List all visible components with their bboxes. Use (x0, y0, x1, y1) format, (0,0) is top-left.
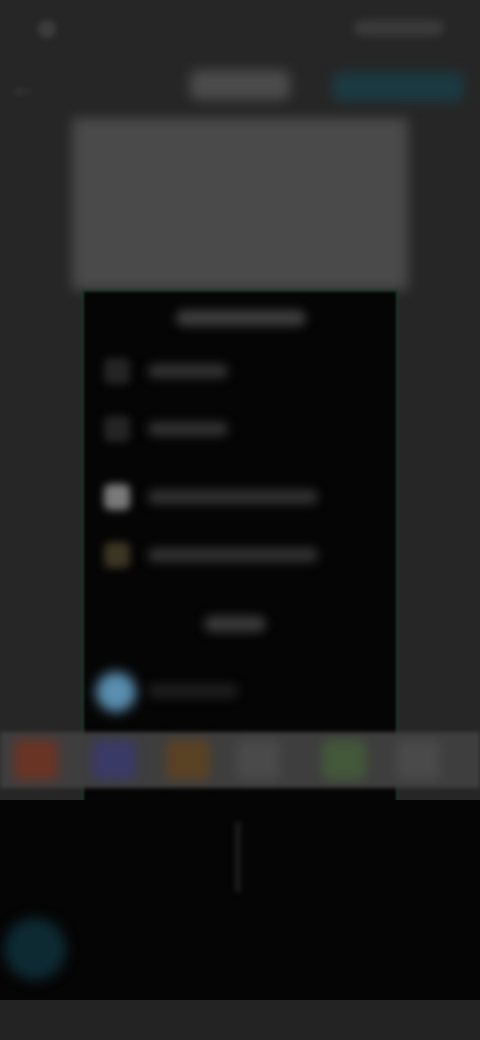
sun-icon (104, 542, 130, 568)
frame-row-label (148, 364, 228, 378)
frame-row (104, 410, 364, 450)
frame-row (104, 352, 364, 392)
filter-strip (0, 732, 480, 788)
action-button[interactable] (332, 72, 464, 102)
frame-title (176, 310, 306, 326)
avatar-label (148, 684, 238, 698)
top-bar: ← (0, 58, 480, 118)
back-arrow-icon[interactable]: ← (10, 72, 36, 102)
filter-thumbnail[interactable] (14, 740, 58, 780)
divider (236, 822, 240, 892)
status-bar (0, 0, 480, 58)
frame-row-label (148, 422, 228, 436)
filter-thumbnail[interactable] (166, 740, 210, 780)
filter-thumbnail[interactable] (92, 740, 136, 780)
avatar (96, 672, 136, 712)
status-icons (354, 20, 444, 36)
screen: ← (0, 0, 480, 1040)
bottom-panel (0, 800, 480, 1000)
circle-icon (104, 416, 130, 442)
image-preview[interactable] (72, 118, 408, 834)
frame-row-label (148, 490, 318, 504)
frame-row-label (148, 548, 318, 562)
camera-icon (38, 20, 56, 38)
circle-icon (104, 358, 130, 384)
image-top-region (72, 118, 408, 290)
filter-thumbnail[interactable] (236, 740, 280, 780)
filter-thumbnail[interactable] (396, 740, 440, 780)
frame-button (204, 616, 266, 632)
filter-thumbnail[interactable] (322, 740, 366, 780)
document-icon (104, 484, 130, 510)
page-title (190, 70, 290, 100)
system-nav-bar (0, 1000, 480, 1040)
frame-row (104, 478, 364, 518)
fab-button[interactable] (4, 918, 66, 980)
frame-row (104, 536, 364, 576)
